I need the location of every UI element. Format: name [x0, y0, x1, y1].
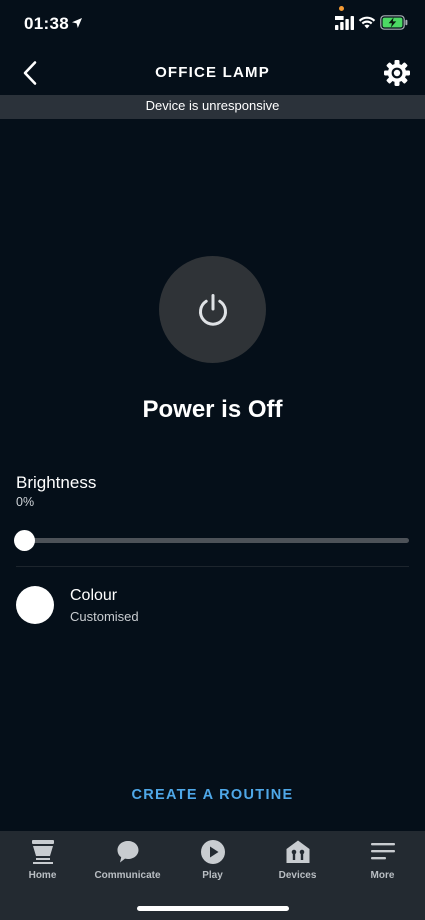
- menu-icon: [370, 843, 395, 860]
- gear-icon[interactable]: [383, 59, 411, 87]
- play-icon: [200, 840, 225, 864]
- colour-label: Colour: [70, 587, 118, 604]
- home-indicator: [137, 906, 289, 911]
- unresponsive-banner: Device is unresponsive: [0, 95, 425, 119]
- colour-setting-row[interactable]: Colour Customised: [0, 580, 425, 630]
- section-divider: [16, 566, 409, 567]
- tab-label: More: [370, 870, 395, 881]
- power-status-text: Power is Off: [142, 396, 283, 423]
- header-bar: OFFICE LAMP: [0, 50, 425, 95]
- tab-home[interactable]: Home: [0, 839, 85, 889]
- power-toggle-button[interactable]: [159, 256, 266, 363]
- brightness-label: Brightness: [16, 473, 97, 492]
- signal-icon: [335, 16, 354, 30]
- tab-more[interactable]: More: [340, 839, 425, 889]
- status-bar: 01:38: [0, 0, 425, 50]
- page-title: OFFICE LAMP: [155, 64, 270, 81]
- device-screen: 01:38 OFFICE LAMP Device is unresponsive…: [0, 0, 425, 920]
- chat-bubble-icon: [117, 841, 138, 863]
- brightness-slider-track[interactable]: [24, 538, 409, 543]
- tab-play[interactable]: Play: [170, 839, 255, 889]
- colour-value: Customised: [70, 609, 139, 624]
- tab-label: Play: [202, 870, 223, 881]
- power-icon: [199, 294, 227, 326]
- brightness-value: 0%: [16, 495, 35, 509]
- create-routine-button[interactable]: CREATE A ROUTINE: [0, 787, 425, 803]
- status-time: 01:38: [24, 14, 69, 33]
- tab-label: Home: [28, 870, 57, 881]
- location-arrow-icon: [72, 18, 82, 28]
- home-icon: [31, 840, 54, 864]
- privacy-indicator-dot: [339, 6, 344, 11]
- devices-icon: [286, 840, 309, 863]
- brightness-slider-thumb[interactable]: [14, 530, 35, 551]
- battery-charging-icon: [380, 15, 408, 30]
- tab-devices[interactable]: Devices: [255, 839, 340, 889]
- tab-communicate[interactable]: Communicate: [85, 839, 170, 889]
- colour-swatch: [16, 586, 54, 624]
- wifi-icon: [358, 16, 376, 29]
- tab-label: Devices: [278, 870, 317, 881]
- tab-label: Communicate: [94, 870, 161, 881]
